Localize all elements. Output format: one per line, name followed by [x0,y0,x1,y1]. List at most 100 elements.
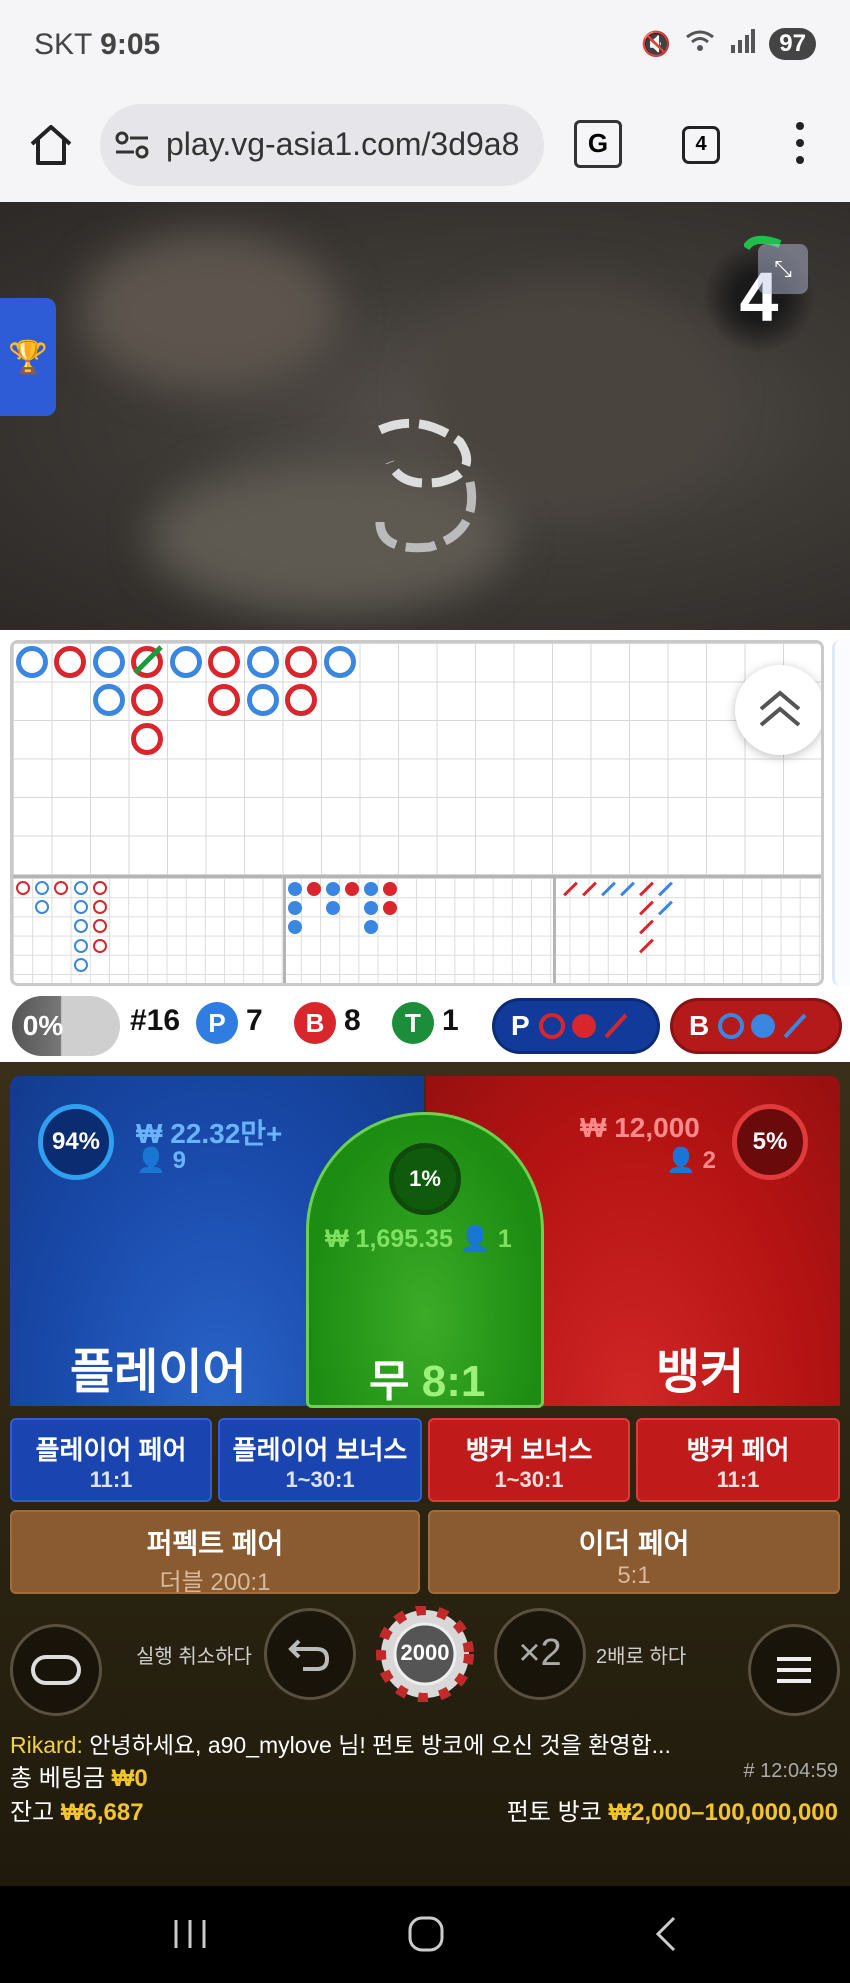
battery-indicator: 97 [769,28,816,60]
player-ask-pattern-icon [538,1013,628,1039]
user-icon: 👤 [666,1147,696,1174]
recents-icon[interactable] [170,1914,210,1954]
home-nav-icon[interactable] [404,1912,448,1956]
bead-banker [285,646,317,678]
banker-pair-odds: 11:1 [716,1467,760,1492]
chip-selector[interactable]: 2000 [366,1605,484,1703]
mark-banker [582,881,597,897]
mark-player [658,900,673,916]
wifi-icon [685,29,715,60]
undo-label: 실행 취소하다 [136,1646,252,1668]
progress-label: 0% [22,1010,64,1041]
either-pair-button[interactable]: 이더 페어 5:1 [428,1510,840,1594]
mark-player [326,901,340,915]
tie-percent-ring: 1% [389,1143,461,1215]
hamburger-icon [777,1657,811,1683]
tie-mark-icon [133,645,163,675]
bead-player [16,646,48,678]
mark-banker [54,881,68,895]
mark-banker [639,919,654,935]
mark-player [35,900,49,914]
chat-text: 안녕하세요, a90_mylove 님! 펀토 방코에 오신 것을 환영합... [89,1732,671,1758]
mark-player [74,919,88,933]
loading-spinner-icon [360,402,490,567]
expand-roadmap-button[interactable] [735,665,821,755]
bead-banker [131,723,163,755]
status-bar: SKT 9:05 🔇 97 [0,0,850,92]
mark-banker [93,939,107,953]
scoreboard [10,640,824,986]
live-video: 🏆 4 ⤡ [0,202,850,630]
banker-pair-button[interactable]: 뱅커 페어 11:1 [636,1418,840,1502]
banker-pair-title: 뱅커 페어 [686,1435,790,1465]
big-road [13,643,821,875]
mark-banker [93,881,107,895]
bead-player [247,646,279,678]
bead-banker [208,646,240,678]
mark-banker [16,881,30,895]
bead-banker [54,646,86,678]
address-bar[interactable]: play.vg-asia1.com/3d9a8 [100,104,544,186]
tie-badge: T [392,1002,434,1044]
undo-button[interactable] [264,1608,356,1700]
mark-banker [307,882,321,896]
chat-message: Rikard: 안녕하세요, a90_mylove 님! 펀토 방코에 오신 것… [10,1726,671,1760]
mark-player [288,882,302,896]
site-settings-icon[interactable] [114,130,150,165]
table-view-button[interactable] [10,1624,102,1716]
player-count-info: 👤 9 [136,1147,186,1174]
bead-player [93,646,125,678]
back-icon[interactable] [648,1914,688,1954]
player-badge: P [196,1002,238,1044]
signal-icon [729,28,756,60]
road-divider [553,875,556,983]
player-pair-button[interactable]: 플레이어 페어 11:1 [10,1418,212,1502]
banker-bonus-button[interactable]: 뱅커 보너스 1~30:1 [428,1418,630,1502]
trophy-icon[interactable]: 🏆 [0,298,56,416]
browser-toolbar: play.vg-asia1.com/3d9a8 G 4 [0,92,850,202]
menu-button[interactable] [748,1624,840,1716]
player-count: 7 [246,1004,263,1037]
fullscreen-toggle-icon[interactable]: ⤡ [758,244,808,294]
mark-player [35,881,49,895]
stats-bar: 0% #16 P 7 B 8 T 1 P B [0,990,850,1062]
mark-banker [93,919,107,933]
mark-player [74,939,88,953]
player-pair-title: 플레이어 페어 [35,1435,187,1465]
banker-count: 8 [344,1004,361,1037]
tie-title: 무 8:1 [369,1357,486,1406]
banker-ask-button[interactable]: B [670,998,842,1054]
more-menu-icon[interactable] [790,122,810,168]
total-bet: 총 베팅금 ₩0 [10,1765,148,1792]
player-percent-ring: 94% [38,1104,114,1180]
mark-banker [93,900,107,914]
table-shape-icon [31,1655,81,1685]
tab-switcher-button[interactable]: 4 [682,126,720,164]
next-panel-peek[interactable] [832,640,850,986]
round-number: #16 [130,1004,181,1037]
double-button[interactable]: ×2 [494,1608,586,1700]
bet-progress-toggle[interactable]: 0% [12,996,120,1056]
mute-icon: 🔇 [641,30,672,58]
mark-banker [383,882,397,896]
translate-icon[interactable]: G [574,120,622,168]
tie-amount-info: ₩ 1,695.35 👤 1 [325,1225,512,1253]
tie-bet-spot[interactable]: 1% ₩ 1,695.35 👤 1 무 8:1 [306,1112,544,1408]
perfect-pair-button[interactable]: 퍼펙트 페어 더블 200:1 [10,1510,420,1596]
url-text: play.vg-asia1.com/3d9a8 [166,126,520,162]
mark-player [74,881,88,895]
either-pair-title: 이더 페어 [578,1528,690,1559]
chat-user: Rikard: [10,1732,83,1758]
chip-value: 2000 [400,1640,450,1665]
perfect-pair-odds: 더블 200:1 [159,1569,271,1596]
banker-count-info: 👤 2 [666,1147,716,1174]
status-icons: 🔇 97 [641,28,816,60]
home-icon[interactable] [26,120,76,170]
player-ask-button[interactable]: P [492,998,660,1054]
bead-banker [208,684,240,716]
mark-player [74,958,88,972]
system-nav-bar [0,1886,850,1983]
mark-player [74,900,88,914]
mark-banker [345,882,359,896]
player-bonus-button[interactable]: 플레이어 보너스 1~30:1 [218,1418,422,1502]
